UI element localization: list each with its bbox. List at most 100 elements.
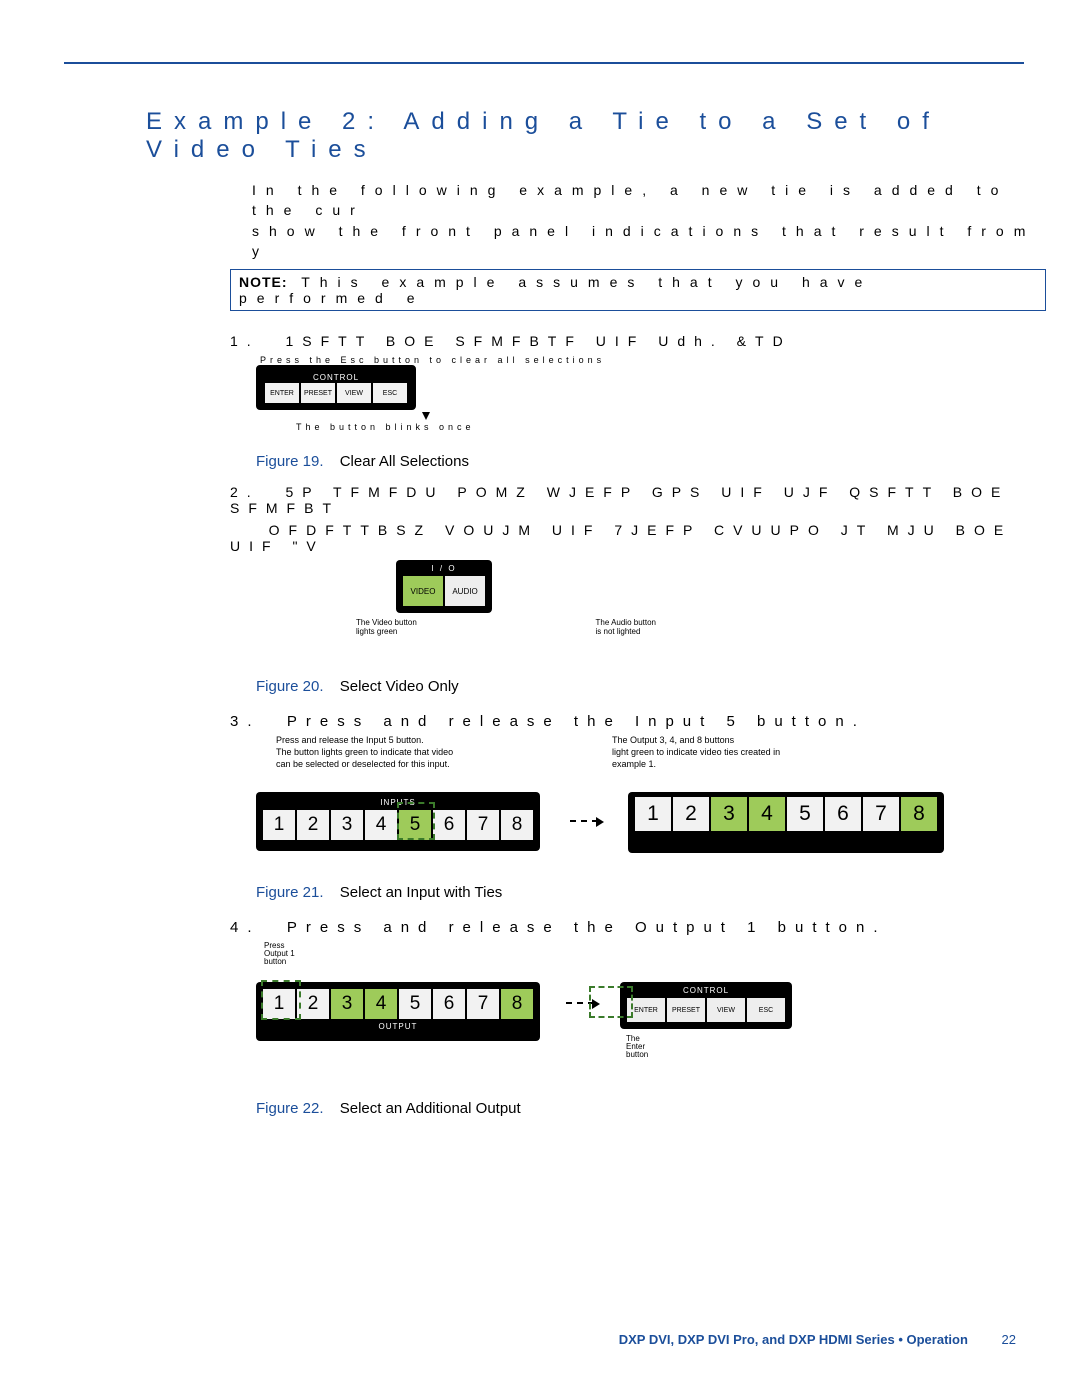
page-content: Example 2: Adding a Tie to a Set of Vide… — [146, 108, 1046, 1117]
input-2[interactable]: 2 — [296, 809, 330, 841]
figure-22-caption: Figure 22. Select an Additional Output — [256, 1100, 1046, 1117]
callout-left-a: Press and release the Input 5 button. — [276, 736, 453, 746]
intro-line-1: In the following example, a new tie is a… — [252, 180, 1046, 221]
output-1[interactable]: 1 — [262, 988, 296, 1020]
io-note-audio-b: is not lighted — [596, 628, 657, 637]
audio-button[interactable]: AUDIO — [444, 575, 486, 607]
note-box: NOTE: This example assumes that you have… — [230, 269, 1046, 311]
callout-left: Press and release the Input 5 button. Th… — [276, 736, 453, 772]
enter-blinks-annot: The Enter button — [626, 1035, 792, 1059]
step4-mini-callout: Press Output 1 button — [264, 942, 295, 966]
ctrl-preset[interactable]: PRESET — [666, 997, 706, 1023]
output-strip-label: OUTPUT — [262, 1022, 534, 1031]
footer-title: DXP DVI, DXP DVI Pro, and DXP HDMI Serie… — [619, 1332, 968, 1347]
input-3[interactable]: 3 — [330, 809, 364, 841]
blinks-once-annot: The button blinks once — [296, 422, 475, 432]
figure-22-diagram: Press Output 1 button 1 2 3 4 5 6 7 8 OU… — [256, 942, 1046, 1092]
step-1-num: 1. — [230, 333, 260, 349]
input-8[interactable]: 8 — [500, 809, 534, 841]
io-panel-title: I / O — [402, 564, 486, 573]
input-strip: INPUTS 1 2 3 4 5 6 7 8 — [256, 792, 540, 851]
step-3: 3. Press and release the Input 5 button. — [230, 713, 1046, 730]
figure-20-caption: Figure 20. Select Video Only — [256, 678, 1046, 695]
view-button[interactable]: VIEW — [336, 382, 372, 404]
figure-20-num: Figure 20. — [256, 678, 324, 695]
esc-button[interactable]: ESC — [372, 382, 408, 404]
input-6[interactable]: 6 — [432, 809, 466, 841]
out-4[interactable]: 4 — [748, 796, 786, 832]
input-strip-title: INPUTS — [262, 798, 534, 807]
step-2: 2. 5P TFMFDU POMZ WJEFP GPS UIF UJF QSFT… — [230, 484, 1046, 516]
figure-21-diagram: Press and release the Input 5 button. Th… — [256, 736, 1046, 876]
control-panel-2: CONTROL ENTER PRESET VIEW ESC — [620, 982, 792, 1029]
out-6[interactable]: 6 — [824, 796, 862, 832]
note-label: NOTE: — [239, 274, 288, 290]
video-button[interactable]: VIDEO — [402, 575, 444, 607]
out-3[interactable]: 3 — [710, 796, 748, 832]
out-5[interactable]: 5 — [786, 796, 824, 832]
callout-left-b: The button lights green to indicate that… — [276, 748, 453, 758]
figure-20-diagram: I / O VIDEO AUDIO The Video button light… — [256, 560, 1046, 670]
step-3-text: Press and release the Input 5 button. — [287, 713, 866, 730]
intro-line-2: show the front panel indications that re… — [252, 221, 1046, 262]
input-1[interactable]: 1 — [262, 809, 296, 841]
output-strip: 1 2 3 4 5 6 7 8 OUTPUT — [256, 982, 540, 1041]
io-panel: I / O VIDEO AUDIO — [396, 560, 492, 613]
note-b: Enter — [626, 1043, 792, 1051]
out-8[interactable]: 8 — [900, 796, 938, 832]
input-5[interactable]: 5 — [398, 809, 432, 841]
preset-button[interactable]: PRESET — [300, 382, 336, 404]
step-2-num: 2. — [230, 484, 260, 500]
control-panel: CONTROL ENTER PRESET VIEW ESC — [256, 365, 416, 410]
output-2[interactable]: 2 — [296, 988, 330, 1020]
figure-19-diagram: Press the Esc button to clear all select… — [256, 355, 1046, 445]
figure-19-text: Clear All Selections — [340, 453, 469, 470]
out-2[interactable]: 2 — [672, 796, 710, 832]
ctrl-esc[interactable]: ESC — [746, 997, 786, 1023]
enter-button[interactable]: ENTER — [264, 382, 300, 404]
io-note-video-b: lights green — [356, 628, 417, 637]
step-4: 4. Press and release the Output 1 button… — [230, 919, 1046, 936]
arrow-down-icon — [422, 412, 430, 420]
callout-left-c: can be selected or deselected for this i… — [276, 760, 453, 770]
mini-3: button — [264, 958, 295, 966]
out-7[interactable]: 7 — [862, 796, 900, 832]
step-1-text: 1SFTT BOE SFMFBTF UIF Udh. &TD — [285, 333, 791, 349]
io-notes: The Video button lights green The Audio … — [356, 619, 656, 637]
io-note-video: The Video button lights green — [356, 619, 417, 637]
top-rule — [64, 62, 1024, 64]
input-7[interactable]: 7 — [466, 809, 500, 841]
ctrl-enter[interactable]: ENTER — [626, 997, 666, 1023]
control-panel-2-title: CONTROL — [626, 986, 786, 995]
figure-22-num: Figure 22. — [256, 1100, 324, 1117]
figure-21-caption: Figure 21. Select an Input with Ties — [256, 884, 1046, 901]
output-6[interactable]: 6 — [432, 988, 466, 1020]
step-1: 1. 1SFTT BOE SFMFBTF UIF Udh. &TD — [230, 333, 1046, 349]
step-4-text: Press and release the Output 1 button. — [287, 919, 887, 936]
page-number: 22 — [1002, 1332, 1016, 1347]
figure-21-text: Select an Input with Ties — [340, 884, 503, 901]
figure-21-num: Figure 21. — [256, 884, 324, 901]
out-1[interactable]: 1 — [634, 796, 672, 832]
callout-right-c: example 1. — [612, 760, 780, 770]
note-a: The — [626, 1035, 792, 1043]
figure-20-text: Select Video Only — [340, 678, 459, 695]
dashed-arrow-icon — [570, 820, 598, 822]
control-panel-title: CONTROL — [264, 373, 408, 382]
note-c: button — [626, 1051, 792, 1059]
figure-22-text: Select an Additional Output — [340, 1100, 521, 1117]
input-4[interactable]: 4 — [364, 809, 398, 841]
output-5[interactable]: 5 — [398, 988, 432, 1020]
figure-19-caption: Figure 19. Clear All Selections — [256, 453, 1046, 470]
output-7[interactable]: 7 — [466, 988, 500, 1020]
output-8[interactable]: 8 — [500, 988, 534, 1020]
dashed-arrow-2-icon — [566, 1002, 594, 1004]
ctrl-view[interactable]: VIEW — [706, 997, 746, 1023]
output-3[interactable]: 3 — [330, 988, 364, 1020]
output-strip-lit: 1 2 3 4 5 6 7 8 — [628, 792, 944, 853]
callout-right-a: The Output 3, 4, and 8 buttons — [612, 736, 780, 746]
output-4[interactable]: 4 — [364, 988, 398, 1020]
callout-right-b: light green to indicate video ties creat… — [612, 748, 780, 758]
step-2b: OFDFTTBSZ VOUJM UIF 7JEFP CVUUPO JT MJU … — [230, 522, 1046, 554]
page-footer: DXP DVI, DXP DVI Pro, and DXP HDMI Serie… — [619, 1332, 1016, 1347]
